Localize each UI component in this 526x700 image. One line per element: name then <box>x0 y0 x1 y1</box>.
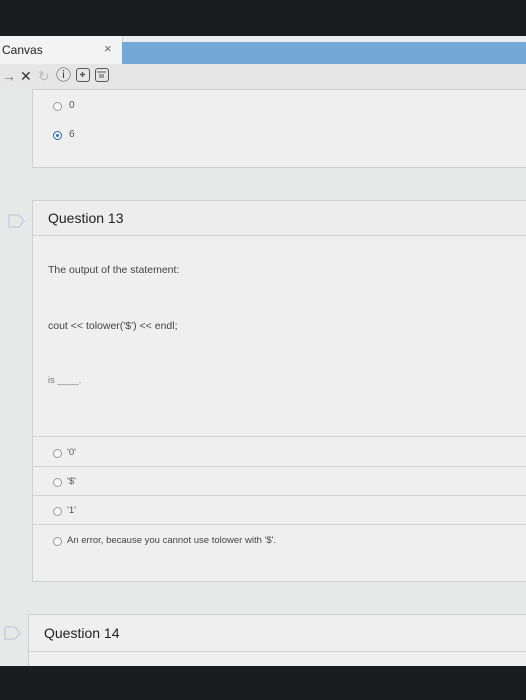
calendar-icon[interactable] <box>95 68 109 82</box>
browser-titlebar: Canvas × <box>0 36 526 64</box>
screen: Canvas × → ✕ ↻ ⓘ 0 6 Question 13 The out… <box>0 36 526 666</box>
answer-radio-option-2[interactable] <box>53 478 62 487</box>
question-14-title: Question 14 <box>44 625 120 641</box>
tab-strip-accent <box>122 42 526 64</box>
answer-option-label: '1' <box>67 505 76 516</box>
option-divider <box>33 466 526 467</box>
question-13-suffix: is ____. <box>48 375 82 386</box>
question-13-code: cout << tolower('$') << endl; <box>48 320 178 332</box>
question-13-prompt: The output of the statement: <box>48 264 180 276</box>
answer-option-label: 6 <box>69 129 75 140</box>
answer-radio-6-selected[interactable] <box>53 131 62 140</box>
close-icon[interactable]: ✕ <box>20 67 32 85</box>
option-divider <box>33 495 526 496</box>
question-14-card: Question 14 <box>28 614 526 666</box>
question-13-header: Question 13 <box>33 201 526 236</box>
flag-question-icon[interactable] <box>8 214 26 228</box>
document-icon[interactable] <box>76 68 90 82</box>
answer-option-label: '0' <box>67 447 76 458</box>
answer-option-label: An error, because you cannot use tolower… <box>67 535 277 546</box>
previous-question-card: 0 6 <box>32 89 526 168</box>
answer-radio-option-4[interactable] <box>53 537 62 546</box>
header-divider <box>29 651 526 652</box>
answer-option-label: 0 <box>69 100 75 111</box>
answer-radio-0[interactable] <box>53 102 62 111</box>
browser-tab[interactable]: Canvas × <box>0 36 123 64</box>
answer-option-label: '$' <box>67 476 76 487</box>
answer-radio-option-3[interactable] <box>53 507 62 516</box>
refresh-icon[interactable]: ↻ <box>38 67 50 85</box>
browser-toolbar: → ✕ ↻ ⓘ <box>0 64 526 90</box>
question-13-title: Question 13 <box>48 210 124 226</box>
option-divider <box>33 524 526 525</box>
quiz-content: 0 6 Question 13 The output of the statem… <box>0 89 526 666</box>
answer-radio-option-1[interactable] <box>53 449 62 458</box>
back-arrow-icon[interactable]: → <box>2 67 16 85</box>
question-13-card: Question 13 The output of the statement:… <box>32 200 526 582</box>
tab-close-icon[interactable]: × <box>104 41 112 56</box>
tab-title: Canvas <box>2 43 43 57</box>
info-icon[interactable]: ⓘ <box>56 67 71 85</box>
flag-question-icon[interactable] <box>4 626 22 640</box>
option-divider <box>33 436 526 437</box>
